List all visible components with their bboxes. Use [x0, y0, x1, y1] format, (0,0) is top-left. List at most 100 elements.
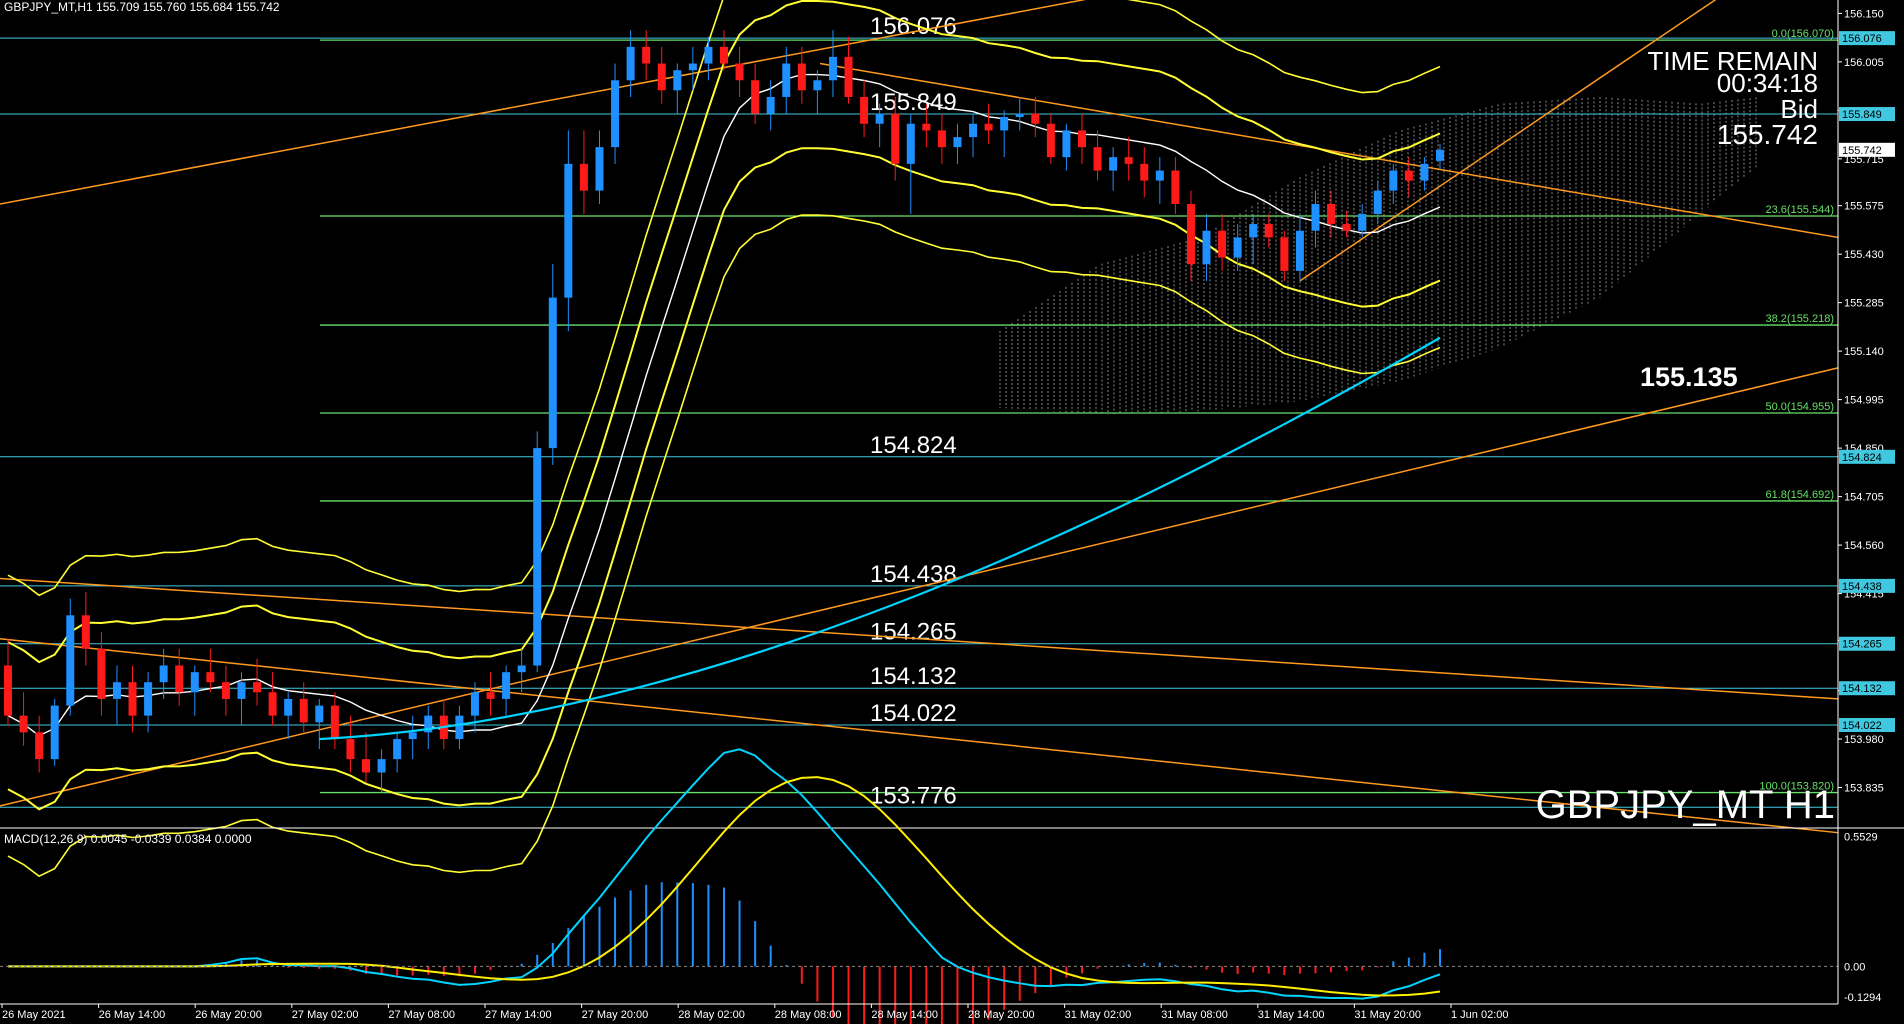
price-tick-label: 155.140 [1844, 346, 1884, 358]
candle-body [735, 63, 744, 81]
candle-body [97, 648, 106, 699]
candle-body [813, 80, 822, 91]
candle [533, 431, 542, 673]
macd-header: MACD(12,26,9) 0.0045 -0.0339 0.0384 0.00… [4, 832, 252, 846]
candle-body [66, 615, 75, 706]
candle-body [875, 113, 884, 124]
candle-body [1155, 170, 1164, 181]
candle [50, 698, 59, 766]
bid-value: 155.742 [1717, 119, 1818, 150]
candle-body [751, 80, 760, 114]
price-badge: 154.022 [1839, 718, 1895, 733]
time-tick-label: 27 May 14:00 [485, 1009, 552, 1021]
candle-body [408, 732, 417, 740]
chart-header: GBPJPY_MT,H1 155.709 155.760 155.684 155… [4, 0, 280, 14]
candle-body [766, 96, 775, 114]
price-tick-label: 153.980 [1844, 734, 1884, 746]
candle-body [1078, 130, 1086, 148]
price-level-label: 154.022 [870, 700, 957, 727]
candle-body [206, 672, 215, 683]
candle-body [1358, 214, 1367, 231]
candle-body [782, 63, 791, 97]
candle-body [860, 96, 869, 124]
candle-body [346, 739, 355, 760]
candle-body [673, 70, 682, 91]
price-level-label: 154.265 [870, 619, 957, 646]
candle-body [159, 665, 168, 683]
candle-body [253, 682, 262, 693]
price-tick-label: 155.285 [1844, 298, 1884, 310]
price-level-label: 153.776 [870, 782, 957, 809]
price-badge-label: 156.076 [1842, 33, 1882, 45]
price-badge-label: 154.265 [1842, 639, 1882, 651]
price-badge: 155.849 [1839, 107, 1895, 122]
candle-body [1202, 230, 1211, 265]
candle-body [969, 123, 978, 138]
candle-body [922, 123, 931, 131]
candle-body [144, 682, 153, 716]
macd-tick-label: 0.00 [1844, 961, 1865, 973]
candle-body [50, 705, 59, 760]
candle-body [128, 682, 137, 716]
price-level-label: 154.132 [870, 663, 957, 690]
fib-level-label: 38.2(155.218) [1766, 313, 1835, 325]
symbol-watermark: GBPJPY_MT H1 [1536, 783, 1835, 827]
price-badge-label: 154.132 [1842, 683, 1882, 695]
candle-body [533, 448, 542, 666]
time-tick-label: 26 May 14:00 [99, 1009, 166, 1021]
candle-body [1327, 203, 1336, 225]
candle-body [1420, 163, 1429, 181]
candle-body [4, 665, 12, 716]
price-chart[interactable]: 0.0(156.070)23.6(155.544)38.2(155.218)50… [0, 0, 1904, 1024]
fib-level-label: 61.8(154.692) [1766, 489, 1835, 501]
candle-body [1389, 170, 1398, 191]
price-tick-label: 154.705 [1844, 492, 1884, 504]
candle-body [937, 130, 946, 148]
candle-body [330, 705, 339, 740]
price-badge: 154.824 [1839, 449, 1895, 464]
time-tick-label: 27 May 02:00 [292, 1009, 359, 1021]
time-tick-label: 27 May 20:00 [582, 1009, 649, 1021]
fib-level-label: 23.6(155.544) [1766, 204, 1835, 216]
candle-body [1093, 147, 1102, 171]
candle-body [906, 123, 915, 164]
candle-body [611, 80, 620, 148]
time-tick-label: 28 May 08:00 [775, 1009, 842, 1021]
candle-body [1311, 203, 1320, 231]
price-badge-label: 155.742 [1842, 145, 1882, 157]
candle-body [688, 63, 697, 71]
price-badge: 154.265 [1839, 636, 1895, 651]
price-tick-label: 154.560 [1844, 540, 1884, 552]
candle-body [1280, 237, 1289, 271]
chart-background [0, 0, 1904, 1024]
price-badge-label: 154.824 [1842, 452, 1882, 464]
price-level-label: 155.849 [870, 89, 957, 116]
price-badge-label: 155.849 [1842, 109, 1882, 121]
candle-body [657, 63, 666, 91]
candle-body [393, 739, 402, 760]
price-badge: 155.742 [1839, 142, 1895, 157]
price-badge-label: 154.438 [1842, 581, 1882, 593]
candle-body [284, 698, 293, 716]
candle-body [891, 113, 900, 164]
candle-body [19, 715, 28, 733]
candle-body [1046, 123, 1055, 158]
candle-body [626, 46, 635, 81]
candle-body [828, 56, 837, 81]
price-tick-label: 156.005 [1844, 57, 1884, 69]
time-tick-label: 31 May 20:00 [1354, 1009, 1421, 1021]
candle-body [455, 715, 464, 740]
time-tick-label: 31 May 08:00 [1161, 1009, 1228, 1021]
price-badge: 154.132 [1839, 681, 1895, 696]
candle-body [190, 672, 199, 693]
candle-body [1373, 190, 1382, 215]
candle-body [268, 692, 277, 716]
candle [66, 598, 75, 716]
candle-body [579, 163, 588, 191]
candle-body [237, 682, 246, 699]
time-tick-label: 27 May 08:00 [388, 1009, 455, 1021]
candle-body [362, 759, 370, 773]
price-level-label: 154.824 [870, 432, 957, 459]
time-tick-label: 1 Jun 02:00 [1451, 1009, 1509, 1021]
price-tick-label: 155.575 [1844, 201, 1884, 213]
